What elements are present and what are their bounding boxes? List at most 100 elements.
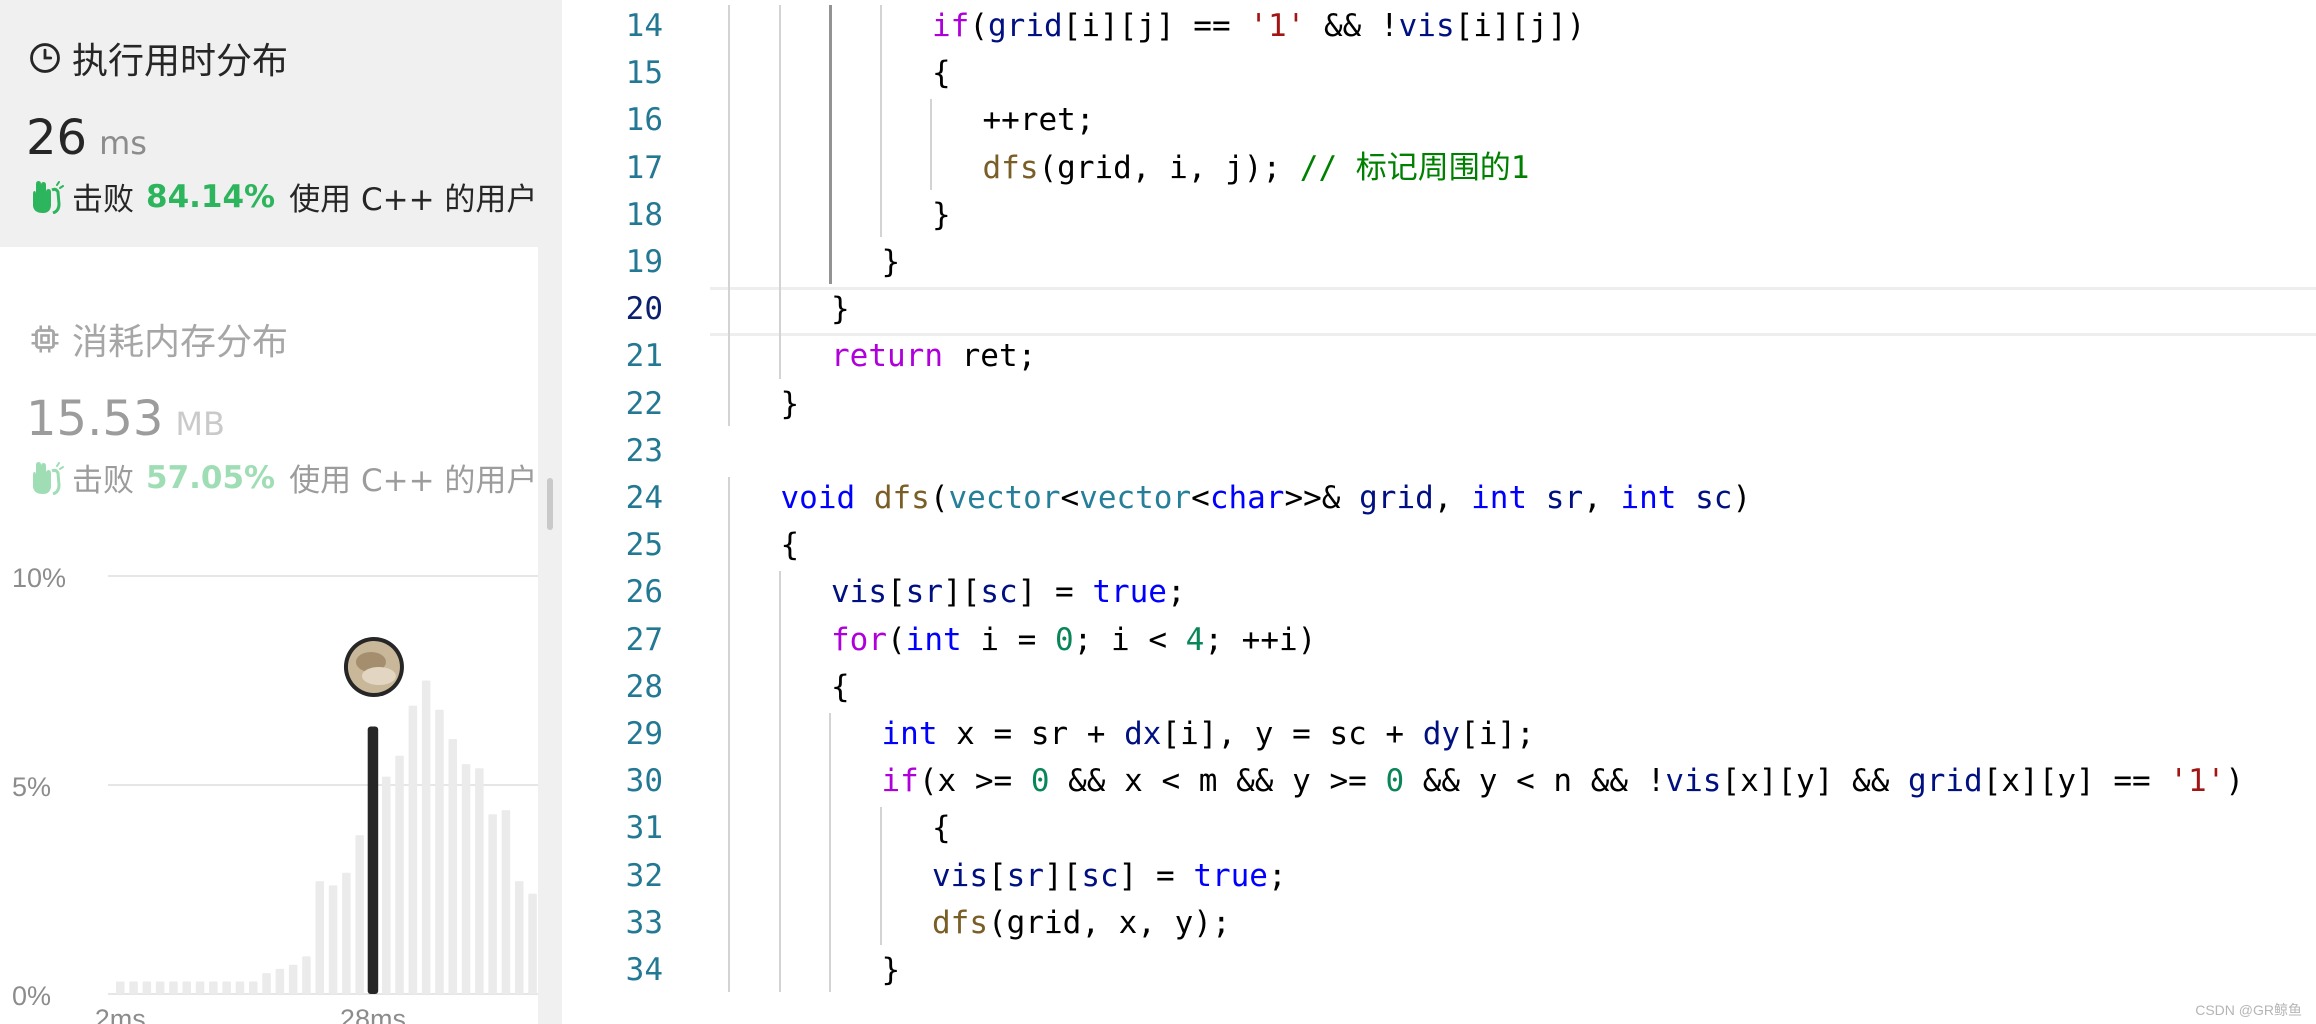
code-token: [: [988, 857, 1007, 894]
code-editor[interactable]: 14 if(grid[i][j] == '1' && !vis[i][j]) 15{…: [562, 0, 2316, 1024]
code-token: ; ++i): [1204, 621, 1317, 658]
chart-bar[interactable]: [116, 981, 125, 994]
code-token: (: [887, 621, 906, 658]
code-line[interactable]: 33 dfs(grid, x, y);: [562, 900, 2316, 947]
code-text[interactable]: if(grid[i][j] == '1' && !vis[i][j]): [932, 3, 1585, 50]
runtime-distribution-chart[interactable]: 10% 5% 0% 2ms 28ms: [0, 550, 540, 1024]
chart-bar[interactable]: [129, 981, 138, 994]
avatar[interactable]: [343, 637, 404, 697]
code-token: ): [2225, 763, 2245, 800]
code-token: sc: [980, 574, 1018, 611]
code-text[interactable]: return ret;: [831, 333, 1036, 380]
splitter-handle[interactable]: [547, 478, 553, 530]
code-text[interactable]: vis[sr][sc] = true;: [932, 853, 1287, 900]
code-text[interactable]: dfs(grid, i, j); // 标记周围的1: [983, 145, 1530, 192]
code-text[interactable]: vis[sr][sc] = true;: [831, 569, 1186, 616]
code-text[interactable]: if(x >= 0 && x < m && y >= 0 && y < n &&…: [882, 758, 2245, 805]
chart-bar[interactable]: [501, 810, 511, 994]
chart-bar[interactable]: [142, 981, 152, 994]
code-text[interactable]: }: [882, 239, 901, 286]
chart-bar[interactable]: [315, 881, 325, 994]
chart-bar[interactable]: [355, 835, 364, 994]
chart-bar[interactable]: [328, 885, 338, 994]
code-line[interactable]: 27 for(int i = 0; i < 4; ++i): [562, 617, 2316, 664]
code-text[interactable]: }: [932, 192, 951, 239]
chart-bar[interactable]: [182, 981, 192, 994]
chart-bar[interactable]: [249, 981, 258, 994]
runtime-number: 26: [26, 110, 88, 166]
chart-bar[interactable]: [528, 893, 537, 994]
chart-bar[interactable]: [461, 764, 471, 994]
memory-beat-percent: 57.05%: [146, 459, 276, 496]
line-number: 14: [625, 8, 663, 44]
code-text[interactable]: }: [781, 381, 800, 428]
chart-bar[interactable]: [515, 881, 524, 994]
code-line[interactable]: 32 vis[sr][sc] = true;: [562, 853, 2316, 900]
code-text[interactable]: for(int i = 0; i < 4; ++i): [831, 617, 1316, 664]
code-line[interactable]: 15 {: [562, 50, 2316, 97]
chart-bar[interactable]: [382, 776, 391, 994]
chart-bar[interactable]: [421, 680, 431, 995]
chart-bar[interactable]: [155, 981, 165, 994]
chart-bar[interactable]: [235, 981, 245, 994]
code-line[interactable]: 29 int x = sr + dx[i], y = sc + dy[i];: [562, 711, 2316, 758]
code-text[interactable]: ++ret;: [983, 97, 1095, 144]
chart-bar[interactable]: [342, 872, 351, 994]
code-line[interactable]: 14 if(grid[i][j] == '1' && !vis[i][j]): [562, 3, 2316, 50]
code-text[interactable]: dfs(grid, x, y);: [932, 900, 1231, 947]
chart-bar[interactable]: [302, 956, 311, 994]
chart-bar[interactable]: [448, 739, 458, 994]
code-line[interactable]: 17 dfs(grid, i, j); // 标记周围的1: [562, 145, 2316, 192]
memory-section[interactable]: 消耗内存分布 15.53 MB 击败 57.05% 使用 C++ 的用户: [0, 247, 540, 547]
code-line[interactable]: 34}: [562, 947, 2316, 994]
chart-bar[interactable]: [209, 981, 218, 994]
code-text[interactable]: }: [831, 286, 850, 333]
code-line[interactable]: 31 {: [562, 805, 2316, 852]
code-line[interactable]: 19}: [562, 239, 2316, 286]
chart-bar[interactable]: [195, 981, 205, 994]
code-token: return: [831, 338, 943, 375]
code-line[interactable]: 23: [562, 428, 2316, 475]
runtime-section[interactable]: 执行用时分布 26 ms 击败 84.14% 使用 C++ 的用户: [0, 0, 540, 247]
chart-bar[interactable]: [288, 964, 298, 994]
chart-bar[interactable]: [488, 814, 497, 994]
chart-marker[interactable]: [343, 637, 404, 697]
code-line[interactable]: 26 vis[sr][sc] = true;: [562, 569, 2316, 616]
code-token: >>&: [1284, 480, 1360, 516]
chart-bar[interactable]: [275, 968, 285, 994]
chart-bar[interactable]: [395, 755, 404, 994]
code-line[interactable]: 30 if(x >= 0 && x < m && y >= 0 && y < n …: [562, 758, 2316, 805]
code-text[interactable]: int x = sr + dx[i], y = sc + dy[i];: [882, 711, 1535, 758]
code-token: [: [887, 574, 906, 611]
code-text[interactable]: void dfs(vector<vector<char>>& grid, int…: [781, 475, 1752, 522]
panel-splitter[interactable]: [538, 0, 562, 1024]
code-line[interactable]: 22}: [562, 381, 2316, 428]
chart-bar[interactable]: [222, 981, 231, 994]
code-text[interactable]: {: [932, 50, 951, 97]
chart-bar[interactable]: [475, 768, 484, 994]
memory-unit: MB: [175, 405, 225, 443]
code-text[interactable]: {: [831, 664, 850, 711]
chart-bar[interactable]: [408, 705, 418, 994]
code-line[interactable]: 24 void dfs(vector<vector<char>>& grid, i…: [562, 475, 2316, 522]
code-line[interactable]: 16 ++ret;: [562, 97, 2316, 144]
code-token: ret;: [942, 338, 1037, 375]
chart-bar-highlight[interactable]: [367, 726, 379, 994]
chart-bar[interactable]: [435, 709, 444, 994]
chart-bar[interactable]: [169, 981, 178, 994]
chart-bar[interactable]: [262, 973, 271, 994]
code-text[interactable]: {: [781, 522, 800, 569]
code-line[interactable]: 20}: [562, 286, 2316, 333]
code-line[interactable]: 21 return ret;: [562, 333, 2316, 380]
code-text[interactable]: }: [882, 947, 901, 994]
code-token: ][: [943, 574, 981, 611]
code-line[interactable]: 25 {: [562, 522, 2316, 569]
code-token: sr: [1006, 857, 1044, 894]
runtime-beat-line: 击败 84.14% 使用 C++ 的用户: [28, 174, 537, 219]
clock-icon: [30, 43, 60, 73]
code-line[interactable]: 18}: [562, 192, 2316, 239]
code-line[interactable]: 28 {: [562, 664, 2316, 711]
code-text[interactable]: {: [932, 805, 951, 852]
code-token: '1': [1249, 8, 1306, 44]
